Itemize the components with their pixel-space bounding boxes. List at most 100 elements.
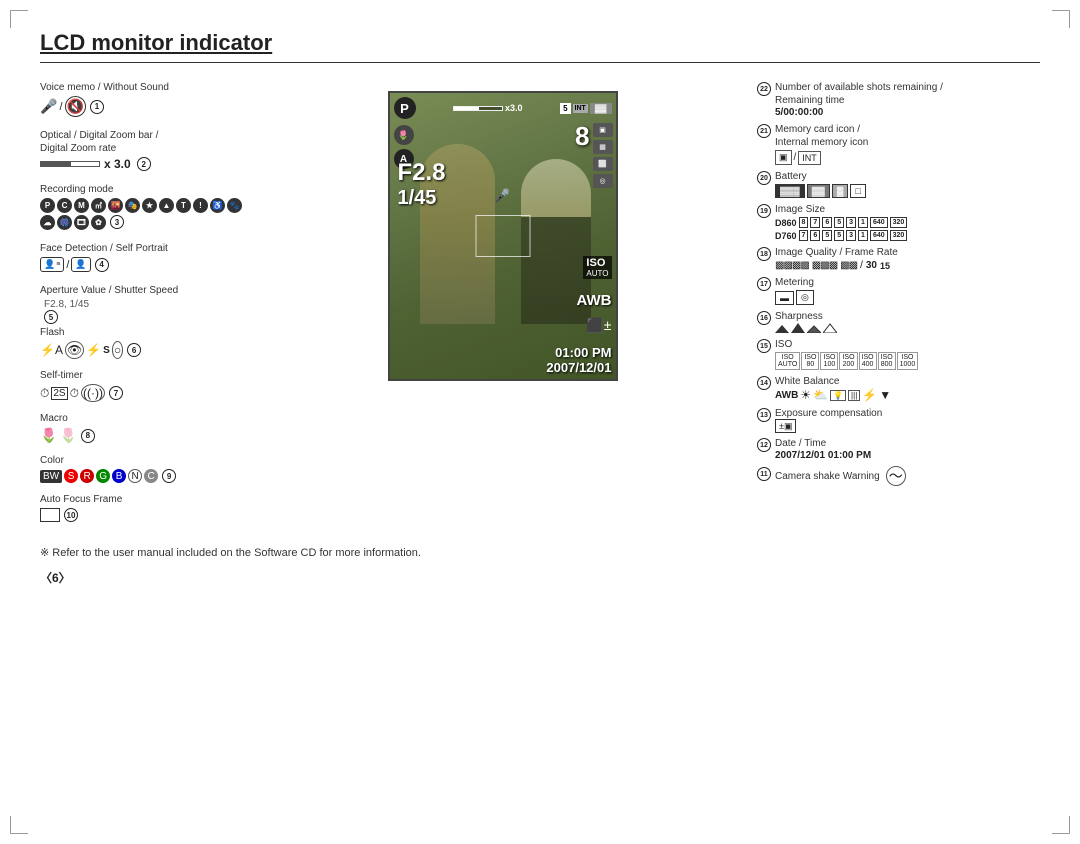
main-content: Voice memo / Without Sound 🎤 / 🔇 1 Optic… [40, 81, 1040, 528]
page-container: LCD monitor indicator Voice memo / Witho… [0, 0, 1080, 844]
right-num-13: 13 [757, 408, 771, 422]
right-content-16: Sharpness [775, 310, 1040, 333]
left-item-color: Color BW S R G B N C 9 [40, 454, 252, 483]
flash-slow-icon: S [103, 345, 110, 356]
corner-tr [1052, 10, 1070, 28]
quality-mid: ▩▩▩ [812, 260, 837, 271]
right-item-14: 14 White Balance AWB ☀ ⛅ 💡 ||| ⚡ ▼ [757, 375, 1040, 402]
lcd-int-badge: INT [573, 104, 588, 113]
rec-icon-row2-3: ♿ [210, 198, 225, 213]
rec-icon-s1: 🌇 [108, 198, 123, 213]
right-item-16: 16 Sharpness [757, 310, 1040, 333]
rec-icon-s4: ▲ [159, 198, 174, 213]
lcd-right-side: ▣ ▦ ⬜ ◎ [593, 123, 613, 188]
rec-icon-row2-2: ! [193, 198, 208, 213]
d860-7m: 7 [810, 217, 820, 228]
exp-comp-icon: ±▣ [775, 419, 796, 433]
d760-5m-2: 5 [834, 230, 844, 241]
flash-label: Flash [40, 326, 252, 339]
num-8: 8 [81, 429, 95, 443]
right-num-17: 17 [757, 277, 771, 291]
right-icons-20: ▓▓▓ ▓▓ ▓ □ [775, 184, 1040, 198]
rec-icon-p: P [40, 198, 55, 213]
num-9: 9 [162, 469, 176, 483]
lcd-iso-text: ISO [586, 257, 605, 269]
slash-21: / [794, 152, 797, 163]
right-value-22: 5/00:00:00 [775, 107, 1040, 118]
metering-icons: ▬ ◎ [775, 290, 1040, 305]
lcd-top-bar: P x3.0 5 INT ▓▓ [394, 97, 612, 119]
right-content-20: Battery ▓▓▓ ▓▓ ▓ □ [775, 170, 1040, 198]
num-2: 2 [137, 157, 151, 171]
right-num-14: 14 [757, 376, 771, 390]
right-item-21: 21 Memory card icon /Internal memory ico… [757, 123, 1040, 165]
lcd-8-value: 8 [575, 121, 589, 152]
right-num-19: 19 [757, 204, 771, 218]
macro-label: Macro [40, 412, 252, 425]
right-label-16: Sharpness [775, 310, 1040, 323]
right-num-21: 21 [757, 124, 771, 138]
d860-5m: 5 [834, 217, 844, 228]
macro-icons: 🌷 🌷 8 [40, 427, 252, 444]
wb-sun: ☀ [800, 388, 811, 402]
zoom-bar: x 3.0 2 [40, 157, 252, 171]
recording-label: Recording mode [40, 183, 252, 196]
battery-low: ▓ [832, 184, 849, 198]
af-label: Auto Focus Frame [40, 493, 252, 506]
rec-icon-row2-4: 🐾 [227, 198, 242, 213]
iso-80: ISO80 [801, 352, 819, 370]
right-item-15: 15 ISO ISOAUTO ISO80 ISO100 ISO200 ISO40… [757, 338, 1040, 370]
quality-low: ▩▩ [840, 260, 857, 271]
battery-full: ▓▓▓ [775, 184, 805, 198]
wb-cloud: ⛅ [813, 388, 828, 402]
timer-label: Self-timer [40, 369, 252, 382]
zoom-label: Optical / Digital Zoom bar /Digital Zoom… [40, 129, 252, 155]
wb-flash: ⚡ [862, 388, 877, 402]
rec-icon-row2-6: 🎆 [57, 215, 72, 230]
flash-auto-icon: ⚡A [40, 343, 63, 357]
right-label-12: Date / Time [775, 437, 1040, 450]
lcd-awb-text: AWB [577, 292, 612, 309]
right-item-11: 11 Camera shake Warning 〜 [757, 466, 1040, 486]
color-icons: BW S R G B N C 9 [40, 469, 252, 483]
sharp-icon-1 [775, 323, 789, 333]
lcd-iso-auto: AUTO [586, 269, 608, 278]
left-item-face: Face Detection / Self Portrait 👤≡ / 👤 4 [40, 242, 252, 272]
iso-auto: ISOAUTO [775, 352, 800, 370]
right-label-13: Exposure compensation [775, 407, 1040, 420]
d860-label: D860 [775, 218, 797, 228]
camera-shake-icon: 〜 [886, 466, 906, 486]
d760-7m: 7 [799, 230, 809, 241]
battery-empty: □ [850, 184, 865, 198]
bottom-note: ※ Refer to the user manual included on t… [40, 546, 1040, 559]
left-item-voice-memo: Voice memo / Without Sound 🎤 / 🔇 1 [40, 81, 252, 117]
wb-custom: ▼ [879, 388, 891, 402]
flash-off-icon: ○ [112, 341, 123, 359]
lcd-datetime: 01:00 PM 2007/12/01 [546, 345, 611, 375]
d860-320: 320 [890, 217, 908, 228]
mute-icon: 🔇 [65, 96, 86, 117]
timer-icon-1: ⏱ [40, 386, 49, 401]
d860-640: 640 [870, 217, 888, 228]
iso-400: ISO400 [859, 352, 877, 370]
right-item-17: 17 Metering ▬ ◎ [757, 276, 1040, 305]
left-item-macro: Macro 🌷 🌷 8 [40, 412, 252, 444]
left-item-recording: Recording mode P C M ㎡ 🌇 🎭 ★ ▲ T ! ♿ 🐾 ☁… [40, 183, 252, 230]
lcd-iso-display: ISO AUTO [583, 256, 611, 279]
d860-row: D860 8 7 6 5 3 1 640 320 [775, 217, 1040, 228]
wb-awb: AWB [775, 390, 798, 401]
num-1: 1 [90, 100, 104, 114]
voice-memo-label: Voice memo / Without Sound [40, 81, 252, 94]
lcd-5-badge: 5 [560, 103, 570, 114]
int-memory-icon: INT [798, 151, 821, 165]
timer-2s-icon: 2S [51, 387, 67, 400]
left-item-timer: Self-timer ⏱ 2S ⏱ ((·)) 7 [40, 369, 252, 402]
page-title: LCD monitor indicator [40, 30, 1040, 56]
title-divider [40, 62, 1040, 63]
sharp-icon-3 [807, 323, 821, 333]
d860-6m: 6 [822, 217, 832, 228]
color-label: Color [40, 454, 252, 467]
self-portrait-icon: 👤 [71, 257, 90, 272]
lcd-aperture-area: F2.8 1/45 [398, 161, 446, 210]
right-label-15: ISO [775, 338, 1040, 351]
